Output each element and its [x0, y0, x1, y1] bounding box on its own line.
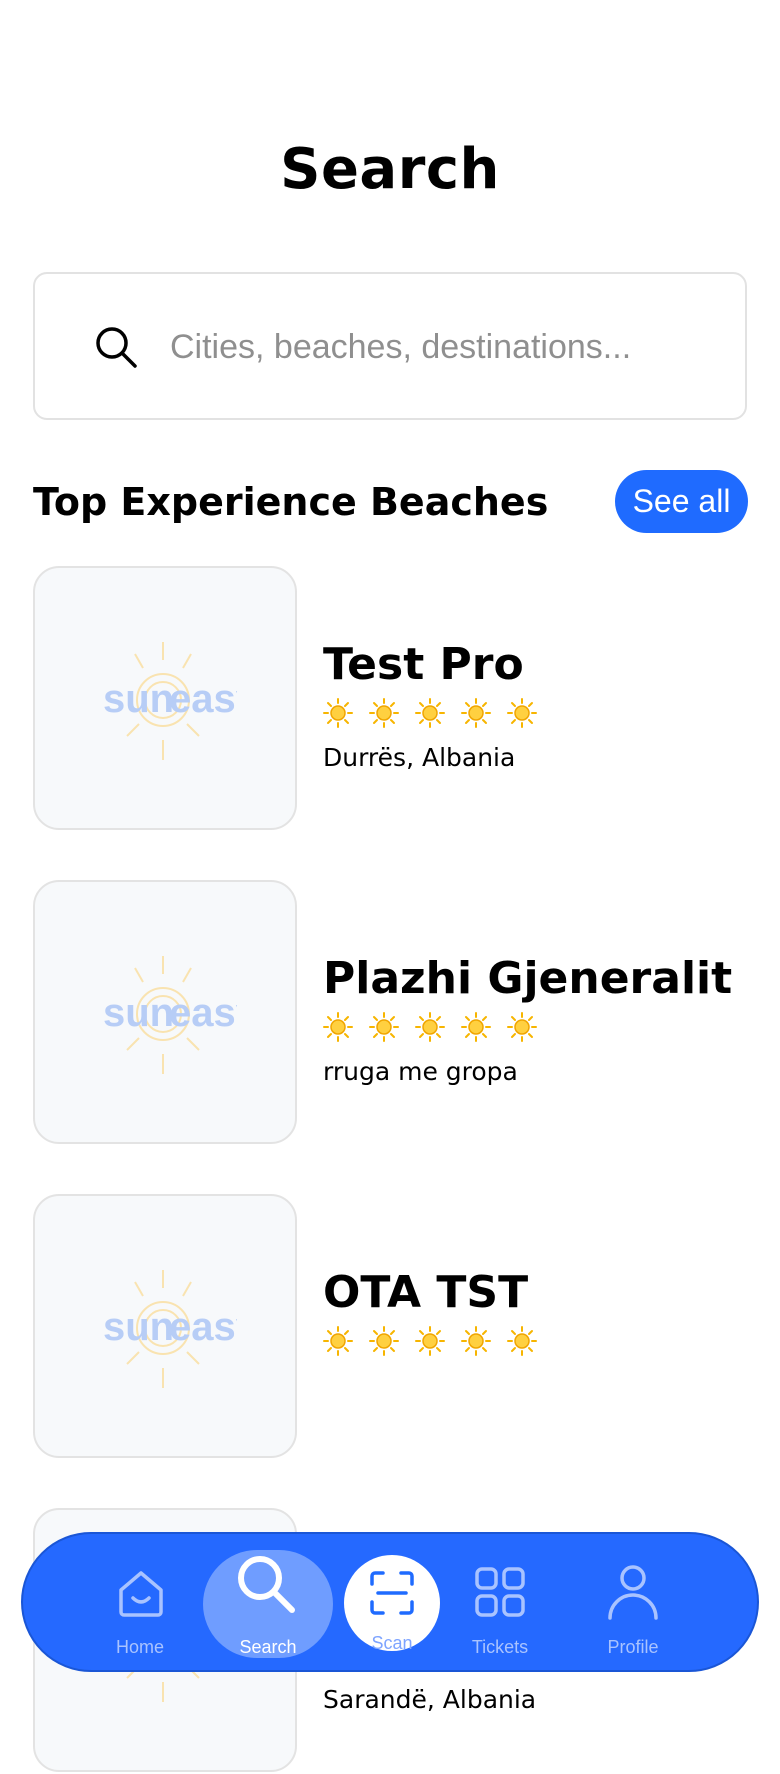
nav-scan[interactable]: Scan — [344, 1534, 440, 1674]
section-title: Top Experience Beaches — [33, 480, 549, 524]
beach-location: Durrës, Albania — [323, 743, 516, 772]
svg-text:easy: easy — [169, 677, 237, 721]
sun-rating-icon — [507, 1326, 537, 1356]
sun-rating-icon — [461, 1012, 491, 1042]
beach-thumbnail: suneasy — [33, 880, 297, 1144]
beach-name: Plazhi Gjeneralit — [323, 953, 733, 1004]
beach-rating — [323, 698, 553, 728]
beach-thumbnail: suneasy — [33, 566, 297, 830]
nav-home-label: Home — [115, 1637, 164, 1657]
sun-rating-icon — [415, 698, 445, 728]
beach-card[interactable]: suneasy Plazhi Gjeneralit rruga me gropa — [33, 880, 747, 1146]
nav-home[interactable]: Home — [83, 1534, 197, 1674]
nav-search[interactable]: Search — [203, 1534, 333, 1674]
svg-text:sun: sun — [103, 677, 174, 721]
home-icon — [119, 1571, 163, 1617]
sun-rating-icon — [323, 1326, 353, 1356]
suneasy-logo-icon: suneasy — [103, 956, 237, 1074]
nav-search-label: Search — [239, 1637, 297, 1657]
sun-rating-icon — [507, 1012, 537, 1042]
page-title: Search — [280, 137, 500, 202]
sun-rating-icon — [461, 1326, 491, 1356]
bottom-nav: Home Search Scan Tickets Profile — [21, 1532, 759, 1672]
beach-card[interactable]: suneasy Test Pro Durrës, Albania — [33, 566, 747, 832]
search-input[interactable]: Cities, beaches, destinations... — [33, 272, 747, 420]
nav-profile-label: Profile — [607, 1637, 659, 1657]
search-placeholder: Cities, beaches, destinations... — [170, 328, 632, 366]
beach-name: Test Pro — [323, 639, 524, 690]
sun-rating-icon — [323, 698, 353, 728]
svg-text:easy: easy — [169, 1305, 237, 1349]
svg-text:easy: easy — [169, 991, 237, 1035]
sun-rating-icon — [415, 1326, 445, 1356]
beach-location: Sarandë, Albania — [323, 1685, 537, 1714]
svg-text:sun: sun — [103, 991, 174, 1035]
nav-tickets[interactable]: Tickets — [443, 1534, 557, 1674]
beach-thumbnail: suneasy — [33, 1194, 297, 1458]
suneasy-logo-icon: suneasy — [103, 642, 237, 760]
search-icon — [238, 1556, 295, 1613]
scan-icon — [370, 1571, 414, 1615]
sun-rating-icon — [507, 698, 537, 728]
sun-rating-icon — [369, 1012, 399, 1042]
beach-location: rruga me gropa — [323, 1057, 518, 1086]
beach-rating — [323, 1326, 553, 1356]
svg-text:sun: sun — [103, 1305, 174, 1349]
see-all-button[interactable]: See all — [615, 470, 748, 533]
suneasy-logo-icon: suneasy — [103, 1270, 237, 1388]
beach-rating — [323, 1012, 553, 1042]
sun-rating-icon — [461, 698, 491, 728]
nav-scan-label: Scan — [371, 1633, 413, 1653]
sun-rating-icon — [323, 1012, 353, 1042]
sun-rating-icon — [369, 698, 399, 728]
beach-card[interactable]: suneasy OTA TST — [33, 1194, 747, 1460]
profile-icon — [608, 1565, 658, 1620]
beach-name: OTA TST — [323, 1267, 529, 1318]
grid-icon — [475, 1567, 525, 1617]
search-icon — [96, 327, 137, 368]
nav-profile[interactable]: Profile — [576, 1534, 690, 1674]
sun-rating-icon — [415, 1012, 445, 1042]
nav-tickets-label: Tickets — [471, 1637, 529, 1657]
sun-rating-icon — [369, 1326, 399, 1356]
